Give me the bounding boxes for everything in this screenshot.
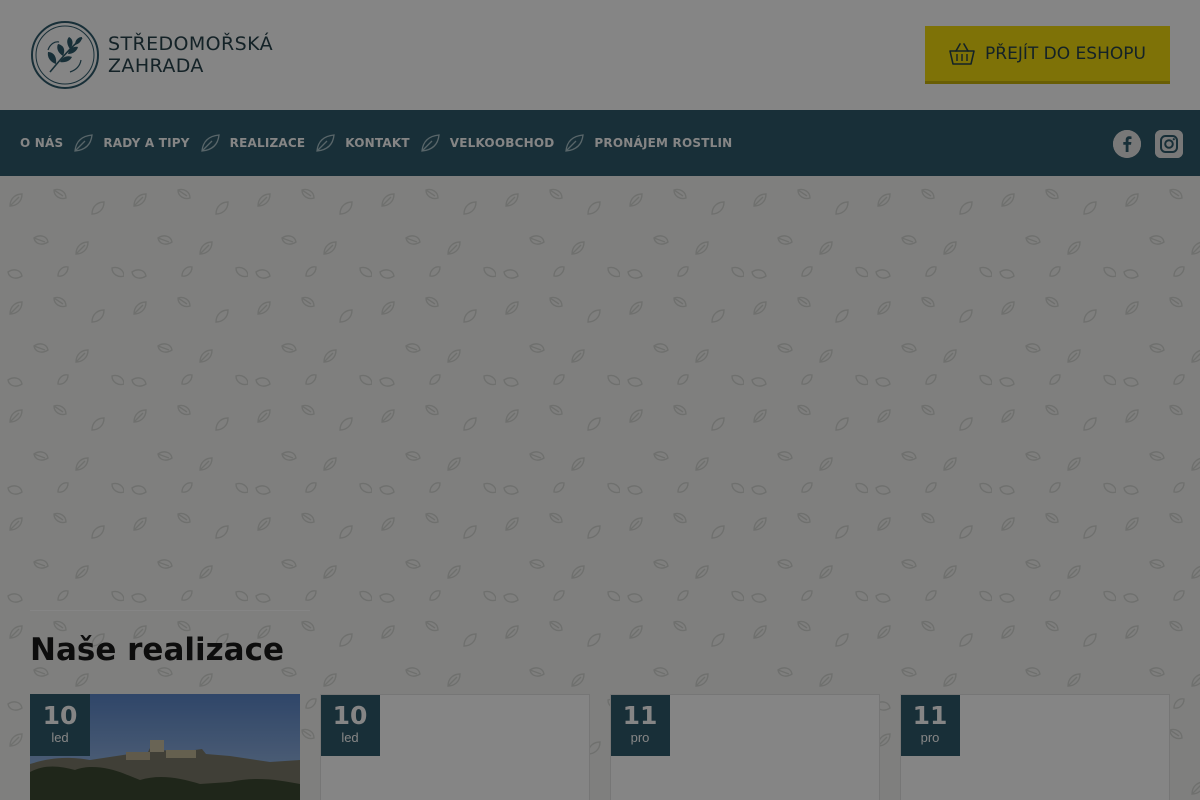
date-day: 11 (912, 701, 948, 730)
eshop-button[interactable]: PŘEJÍT DO ESHOPU (925, 26, 1170, 84)
date-day: 10 (332, 701, 368, 730)
nav-list: O NÁS RADY A TIPY REALIZACE KONTAKT VELK… (20, 110, 732, 176)
logo-emblem-icon (31, 21, 99, 89)
leaf-icon (421, 134, 440, 152)
main-nav: O NÁS RADY A TIPY REALIZACE KONTAKT VELK… (0, 110, 1200, 176)
leaf-icon (565, 134, 585, 152)
eshop-button-label: PŘEJÍT DO ESHOPU (985, 43, 1146, 64)
facebook-icon (1113, 130, 1141, 158)
realization-card[interactable]: 10 led (320, 694, 590, 800)
nav-item-kontakt[interactable]: KONTAKT (345, 136, 409, 150)
nav-item-realizace[interactable]: REALIZACE (230, 136, 306, 150)
date-badge: 10 led (30, 694, 90, 756)
date-month: led (341, 730, 359, 745)
date-day: 11 (622, 701, 658, 730)
logo-line-1: STŘEDOMOŘSKÁ (108, 33, 273, 55)
section-divider (30, 610, 310, 611)
date-day: 10 (42, 701, 78, 730)
nav-item-velkoobchod[interactable]: VELKOOBCHOD (450, 136, 555, 150)
section-title: Naše realizace (30, 632, 284, 668)
date-badge: 10 led (321, 695, 380, 756)
realization-card[interactable]: 11 pro (900, 694, 1170, 800)
nav-item-rady-a-tipy[interactable]: RADY A TIPY (103, 136, 189, 150)
leaf-icon (74, 134, 94, 152)
date-month: led (51, 730, 69, 745)
site-logo[interactable]: STŘEDOMOŘSKÁ ZAHRADA (30, 20, 273, 90)
logo-line-2: ZAHRADA (108, 55, 204, 77)
instagram-icon (1155, 130, 1183, 158)
site-header: STŘEDOMOŘSKÁ ZAHRADA PŘEJÍT DO ESHOPU (0, 0, 1200, 110)
leaf-icon (200, 134, 220, 152)
realization-card[interactable]: 10 led (30, 694, 300, 800)
instagram-link[interactable] (1155, 130, 1183, 158)
logo-text: STŘEDOMOŘSKÁ ZAHRADA (108, 33, 273, 77)
nav-item-pronajem-rostlin[interactable]: PRONÁJEM ROSTLIN (594, 136, 732, 150)
realization-card[interactable]: 11 pro (610, 694, 880, 800)
date-month: pro (920, 730, 940, 745)
facebook-link[interactable] (1113, 130, 1141, 158)
nav-item-o-nas[interactable]: O NÁS (20, 136, 63, 150)
date-badge: 11 pro (901, 695, 960, 756)
leaf-icon (316, 134, 336, 152)
date-badge: 11 pro (611, 695, 670, 756)
date-month: pro (630, 730, 650, 745)
basket-icon (949, 42, 975, 65)
